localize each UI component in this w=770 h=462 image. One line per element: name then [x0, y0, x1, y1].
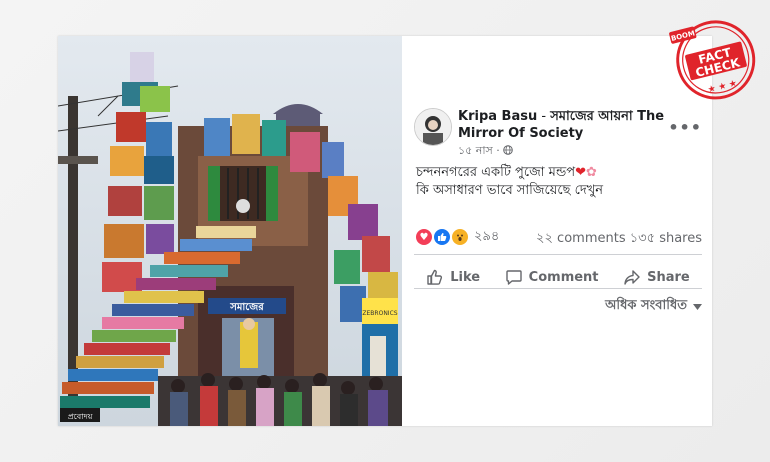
post-time[interactable]: ১৫ নাস: [458, 144, 493, 157]
facebook-post-card: ZEBRONICS সমাজের প্রবোদয় Kripa Basu - স…: [58, 36, 712, 426]
reactions-summary[interactable]: ♥ ২৯৪: [416, 228, 499, 246]
comment-button[interactable]: Comment: [505, 268, 599, 286]
wow-icon: [452, 229, 468, 245]
post-header: Kripa Basu - সমাজের আয়না The Mirror Of …: [458, 108, 668, 159]
post-photo[interactable]: ZEBRONICS সমাজের প্রবোদয়: [58, 36, 402, 426]
pandal-photo-illustration: ZEBRONICS সমাজের প্রবোদয়: [58, 36, 402, 426]
like-label: Like: [450, 269, 481, 285]
flower-emoji-icon: ✿: [585, 165, 597, 180]
name-separator: -: [537, 109, 551, 124]
post-meta: ১৫ নাস ·: [458, 142, 668, 159]
more-options-icon[interactable]: •••: [668, 118, 702, 137]
like-icon: [434, 229, 450, 245]
engagement-stats: ২২ comments ১৩৫ shares: [536, 229, 702, 250]
shares-count[interactable]: ১৩৫ shares: [630, 231, 702, 246]
most-relevant-dropdown[interactable]: অধিক সংবাধিত: [605, 296, 702, 317]
heart-emoji-icon: ❤: [575, 165, 586, 180]
step-label: প্রবোদয়: [68, 412, 93, 421]
share-label: Share: [647, 269, 690, 285]
post-text-line1: চন্দননগরের একটি পুজো মন্ডপ❤✿: [416, 165, 597, 180]
author-avatar[interactable]: [414, 108, 452, 146]
zebronics-sign: ZEBRONICS: [362, 310, 397, 317]
reaction-count: ২৯৪: [474, 228, 500, 244]
like-button[interactable]: Like: [426, 268, 480, 286]
pandal-sign: সমাজের: [229, 302, 264, 313]
comments-count[interactable]: ২২ comments: [536, 231, 626, 246]
post-text: চন্দননগরের একটি পুজো মন্ডপ❤✿ কি অসাধারণ …: [416, 164, 706, 200]
love-icon: ♥: [416, 229, 432, 245]
post-text-line2: কি অসাধারণ ভাবে সাজিয়েছে দেখুন: [416, 183, 604, 198]
divider-bottom: [414, 288, 702, 289]
globe-icon: [503, 144, 514, 157]
thumbs-up-icon: [426, 268, 444, 286]
most-relevant-label: অধিক সংবাধিত: [605, 298, 687, 313]
caret-down-icon: [693, 299, 702, 314]
fact-check-stamp: FACT CHECK BOOM ★ ★ ★: [668, 12, 762, 102]
comment-icon: [505, 268, 523, 286]
share-icon: [623, 268, 641, 286]
comment-label: Comment: [528, 269, 599, 285]
share-button[interactable]: Share: [623, 268, 690, 286]
divider-top: [414, 254, 702, 255]
fact-check-logo: FACT CHECK BOOM ★ ★ ★: [669, 20, 756, 100]
avatar-image: [415, 109, 451, 145]
separator-dot: ·: [496, 144, 500, 157]
author-name[interactable]: Kripa Basu: [458, 109, 537, 124]
